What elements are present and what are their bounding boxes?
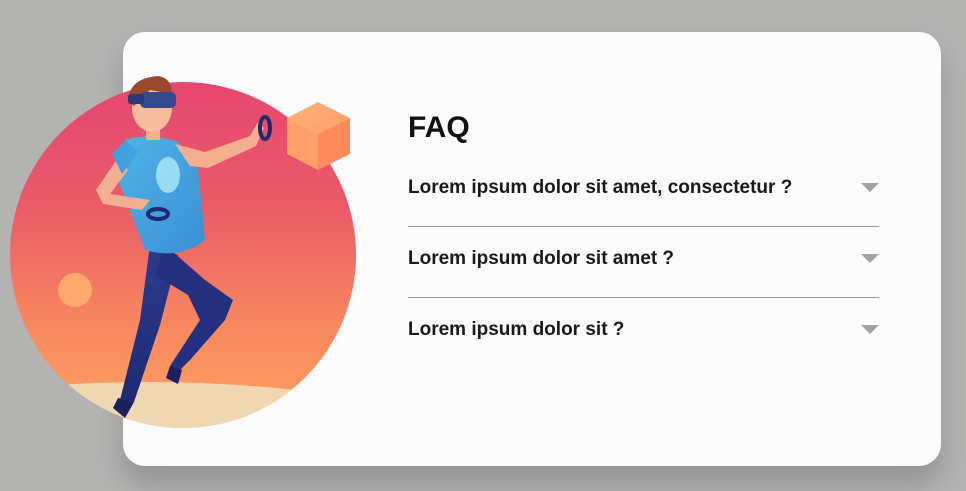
faq-question[interactable]: Lorem ipsum dolor sit amet, consectetur … [408, 176, 792, 200]
chevron-down-icon[interactable] [861, 183, 879, 192]
faq-item[interactable]: Lorem ipsum dolor sit amet, consectetur … [408, 156, 879, 227]
orb-icon [58, 273, 92, 307]
faq-item[interactable]: Lorem ipsum dolor sit ? [408, 298, 879, 368]
faq-question[interactable]: Lorem ipsum dolor sit amet ? [408, 247, 674, 271]
faq-item[interactable]: Lorem ipsum dolor sit amet ? [408, 227, 879, 298]
page: FAQ Lorem ipsum dolor sit amet, consecte… [0, 0, 966, 491]
chevron-down-icon[interactable] [861, 325, 879, 334]
faq-section: FAQ Lorem ipsum dolor sit amet, consecte… [408, 110, 879, 368]
chevron-down-icon[interactable] [861, 254, 879, 263]
faq-question[interactable]: Lorem ipsum dolor sit ? [408, 318, 624, 342]
vr-player-illustration [10, 76, 356, 428]
faq-title: FAQ [408, 111, 470, 144]
